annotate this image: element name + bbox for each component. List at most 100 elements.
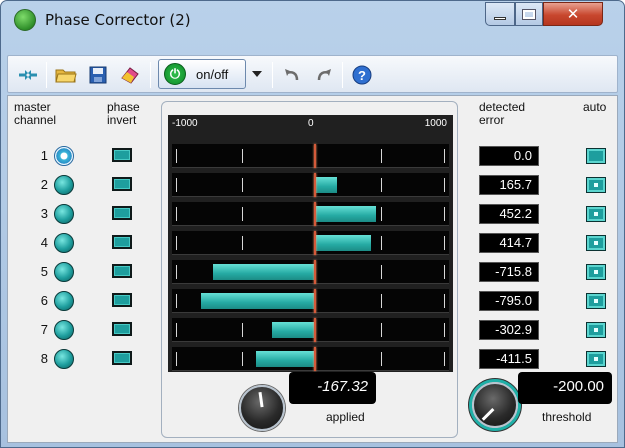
meter-tick	[242, 178, 243, 192]
meter-tick	[444, 178, 445, 192]
eraser-icon[interactable]	[118, 63, 142, 87]
phase-invert-toggle[interactable]	[112, 206, 132, 220]
meter-tick	[444, 323, 445, 337]
detected-error-value: 414.7	[479, 233, 539, 253]
channel-number: 7	[40, 322, 48, 337]
meter-tick	[242, 236, 243, 250]
power-icon: ⏻	[164, 63, 186, 85]
undo-icon[interactable]	[280, 63, 304, 87]
close-button[interactable]: ✕	[543, 2, 603, 26]
applied-label: applied	[326, 410, 365, 424]
main-panel: master channel phase invert detected err…	[7, 95, 618, 443]
minimize-button[interactable]	[485, 2, 515, 26]
meter-tick	[381, 149, 382, 163]
toolbar-separator	[150, 62, 151, 88]
master-channel-radio[interactable]	[54, 233, 74, 253]
meter-tick	[176, 265, 177, 279]
meter-tick	[381, 265, 382, 279]
meter-tick	[444, 352, 445, 366]
detected-error-value: 452.2	[479, 204, 539, 224]
auto-toggle[interactable]	[586, 264, 606, 280]
meter-row	[172, 318, 449, 342]
maximize-button[interactable]	[515, 2, 543, 26]
meter-tick	[176, 236, 177, 250]
meter-row	[172, 202, 449, 226]
onoff-dropdown[interactable]	[246, 59, 268, 89]
auto-toggle[interactable]	[586, 177, 606, 193]
meter-tick	[242, 149, 243, 163]
scale-center-label: 0	[308, 118, 314, 129]
master-channel-radio[interactable]	[54, 146, 74, 166]
meter-tick	[444, 294, 445, 308]
phase-invert-toggle[interactable]	[112, 293, 132, 307]
threshold-value[interactable]: -200.00	[518, 372, 612, 404]
auto-toggle[interactable]	[586, 351, 606, 367]
meter-row	[172, 231, 449, 255]
meter-tick	[176, 294, 177, 308]
meter-tick	[176, 323, 177, 337]
meter-tick	[242, 323, 243, 337]
meter-center-line	[314, 202, 316, 226]
auto-toggle[interactable]	[586, 235, 606, 251]
master-channel-radio[interactable]	[54, 291, 74, 311]
onoff-label: on/off	[196, 66, 229, 82]
meter-tick	[381, 178, 382, 192]
master-channel-radio[interactable]	[54, 262, 74, 282]
master-channel-header: master channel	[14, 100, 57, 127]
phase-invert-toggle[interactable]	[112, 235, 132, 249]
toolbar-separator	[272, 62, 273, 88]
redo-icon[interactable]	[312, 63, 336, 87]
onoff-button[interactable]: ⏻ on/off	[158, 59, 246, 89]
auto-toggle[interactable]	[586, 206, 606, 222]
auto-header: auto	[583, 100, 607, 114]
channel-number: 3	[40, 206, 48, 221]
phase-invert-toggle[interactable]	[112, 177, 132, 191]
meter-tick	[381, 294, 382, 308]
meter-center-line	[314, 144, 316, 168]
detected-error-value: 165.7	[479, 175, 539, 195]
knob-pointer	[481, 408, 495, 421]
phase-invert-toggle[interactable]	[112, 264, 132, 278]
meter-center-line	[314, 260, 316, 284]
meter-bar	[201, 293, 315, 309]
channel-number: 8	[40, 351, 48, 366]
scale-min-label: -1000	[172, 118, 198, 129]
save-icon[interactable]	[86, 63, 110, 87]
meter-row	[172, 173, 449, 197]
auto-toggle[interactable]	[586, 293, 606, 309]
meter-tick	[176, 178, 177, 192]
toolbar-separator	[46, 62, 47, 88]
applied-knob[interactable]	[239, 385, 285, 431]
applied-value[interactable]: -167.32	[289, 372, 376, 404]
title-bar[interactable]: Phase Corrector (2) ✕	[1, 1, 624, 55]
phase-invert-toggle[interactable]	[112, 322, 132, 336]
detected-error-value: -302.9	[479, 320, 539, 340]
close-icon: ✕	[566, 5, 580, 23]
meter-center-line	[314, 173, 316, 197]
meter-tick	[381, 236, 382, 250]
phase-invert-toggle[interactable]	[112, 148, 132, 162]
toolbar-separator	[342, 62, 343, 88]
plugin-window: Phase Corrector (2) ✕ ⏻ on/off ? master …	[0, 0, 625, 448]
auto-toggle[interactable]	[586, 148, 606, 164]
master-channel-radio[interactable]	[54, 320, 74, 340]
auto-toggle[interactable]	[586, 322, 606, 338]
threshold-knob[interactable]	[472, 382, 518, 428]
meter-tick	[444, 207, 445, 221]
master-channel-radio[interactable]	[54, 175, 74, 195]
phase-invert-toggle[interactable]	[112, 351, 132, 365]
pin-icon[interactable]	[16, 63, 40, 87]
meter-center-line	[314, 231, 316, 255]
master-channel-radio[interactable]	[54, 204, 74, 224]
master-channel-radio[interactable]	[54, 349, 74, 369]
help-icon[interactable]: ?	[350, 63, 374, 87]
meter-center-line	[314, 318, 316, 342]
meter-bar	[271, 322, 315, 338]
toolbar: ⏻ on/off ?	[7, 55, 618, 93]
meter-tick	[176, 149, 177, 163]
channel-number: 6	[40, 293, 48, 308]
meter-bar	[212, 264, 315, 280]
open-folder-icon[interactable]	[54, 63, 78, 87]
meter-tick	[176, 207, 177, 221]
meter-tick	[176, 352, 177, 366]
